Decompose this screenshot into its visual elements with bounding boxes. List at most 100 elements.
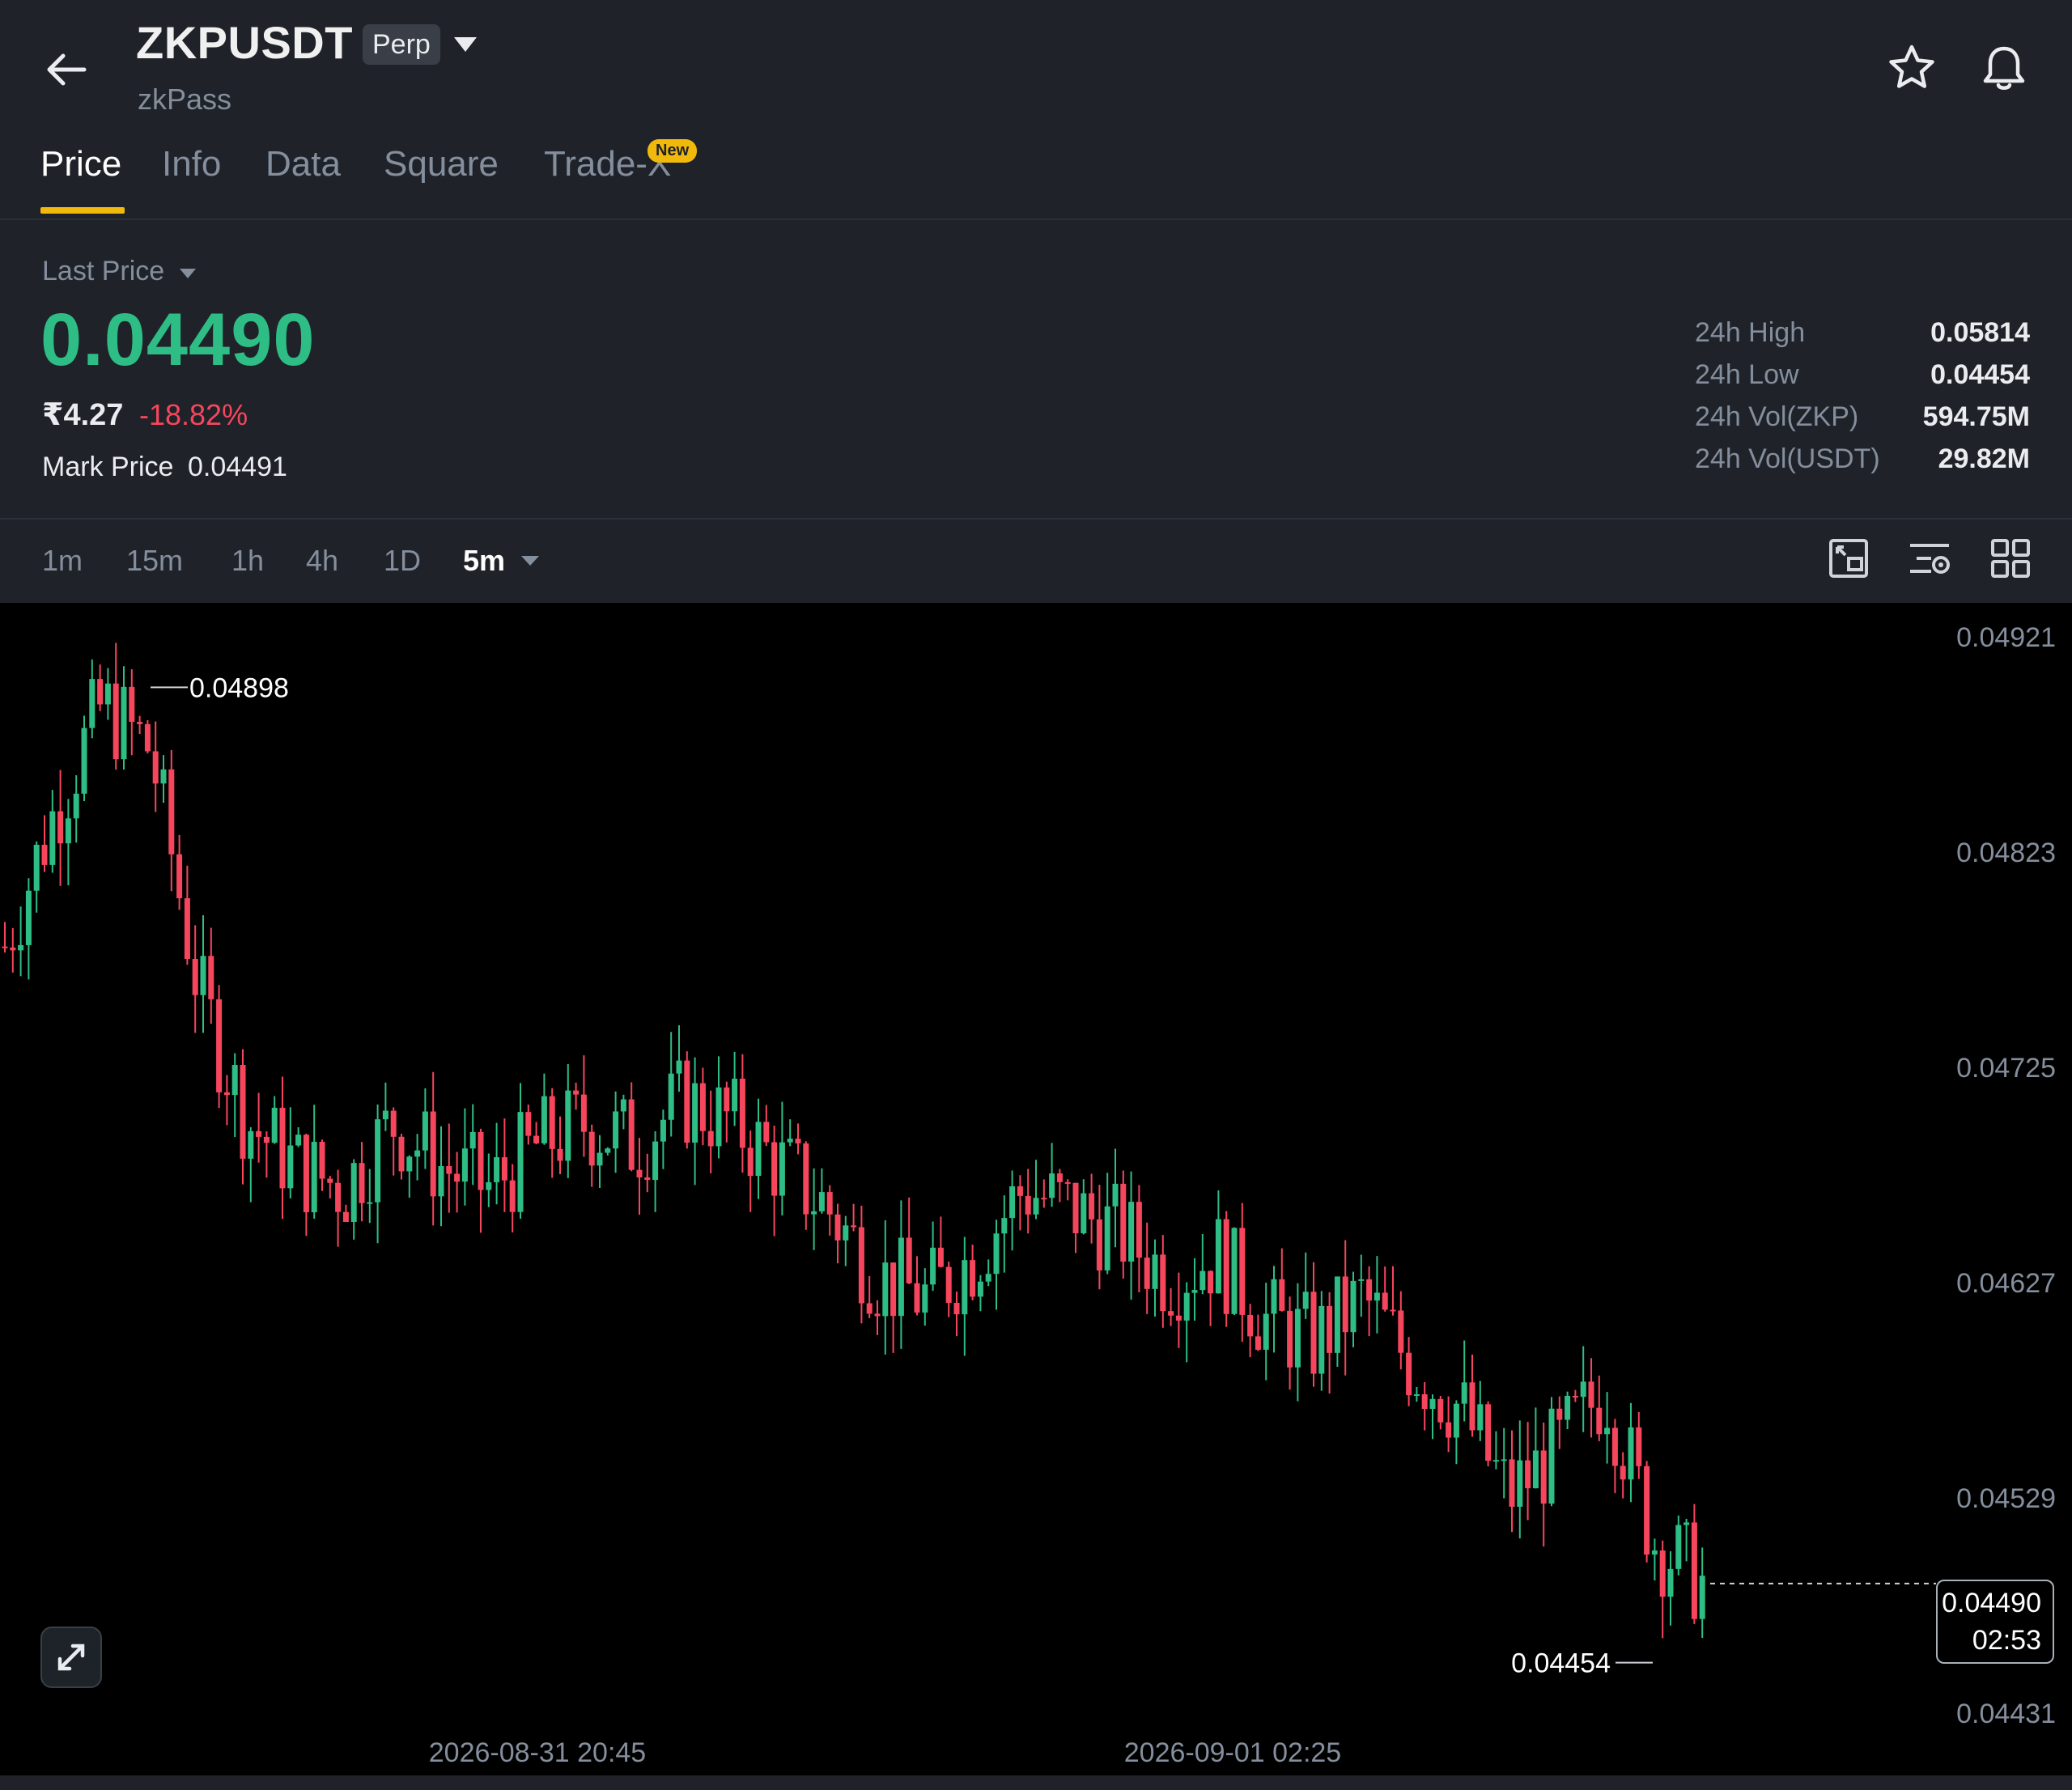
candle-body	[414, 1150, 421, 1157]
candle-body	[25, 890, 32, 945]
interval-5m[interactable]: 5m	[463, 544, 505, 578]
candle-body	[945, 1266, 952, 1303]
candle-body	[1588, 1381, 1594, 1408]
candle-body	[287, 1145, 294, 1189]
candle-body	[1350, 1280, 1357, 1333]
candle-body	[858, 1227, 864, 1304]
bell-icon[interactable]	[1976, 40, 2032, 95]
candle-body	[430, 1111, 436, 1197]
tab-price[interactable]: Price	[40, 144, 121, 185]
candle-body	[1318, 1305, 1325, 1374]
candle-body	[1294, 1309, 1301, 1368]
candle-body	[851, 1225, 857, 1228]
stat-value-24h-low: 0.04454	[1930, 359, 2030, 390]
candle-body	[779, 1142, 785, 1196]
candle-body	[137, 722, 143, 724]
candle-body	[644, 1177, 651, 1181]
stat-value-24h-vol-zkp: 594.75M	[1922, 401, 2030, 432]
divider	[0, 518, 2072, 520]
candle-body	[660, 1119, 666, 1142]
indicator-icon[interactable]	[1907, 536, 1952, 581]
candle-body	[1421, 1393, 1428, 1410]
candle-body	[461, 1148, 468, 1182]
candle-body	[501, 1157, 507, 1181]
candle-body	[898, 1237, 904, 1317]
tab-info[interactable]: Info	[162, 144, 221, 185]
stat-label-24h-vol-zkp: 24h Vol(ZKP)	[1695, 401, 1859, 432]
candle-body	[152, 751, 159, 784]
tab-square[interactable]: Square	[384, 144, 499, 185]
candle-body	[977, 1281, 983, 1297]
candle-body	[208, 956, 214, 999]
candle-body	[985, 1274, 991, 1282]
candle-body	[1644, 1466, 1650, 1555]
candle-body	[605, 1148, 611, 1153]
candlestick-chart[interactable]: 0.04921 0.04823 0.04725 0.04627 0.04529 0.044…	[0, 603, 2072, 1775]
candle-body	[65, 818, 71, 844]
candle-body	[1659, 1550, 1666, 1597]
chevron-down-icon[interactable]	[451, 32, 480, 57]
candle-body	[263, 1136, 270, 1143]
candle-body	[335, 1182, 342, 1212]
star-icon[interactable]	[1884, 40, 1939, 95]
candle-body	[121, 686, 127, 760]
candle-countdown: 02:53	[1972, 1625, 2041, 1656]
y-tick-label: 0.04823	[1956, 838, 2056, 868]
interval-1m[interactable]: 1m	[42, 544, 83, 578]
candle-body	[1699, 1576, 1705, 1619]
y-tick-label: 0.04627	[1956, 1268, 2056, 1299]
candle-body	[549, 1096, 555, 1149]
candle-body	[1056, 1173, 1063, 1182]
candle-body	[803, 1143, 809, 1215]
candle-body	[1684, 1522, 1690, 1525]
tab-data[interactable]: Data	[265, 144, 341, 185]
candle-body	[620, 1099, 626, 1112]
candle-body	[223, 1092, 230, 1096]
interval-15m[interactable]: 15m	[126, 544, 183, 578]
candle-body	[1081, 1193, 1087, 1233]
y-tick-label: 0.04921	[1956, 622, 2056, 653]
chart-settings-icon[interactable]	[1826, 536, 1871, 581]
candle-body	[406, 1156, 413, 1172]
candle-body	[1009, 1186, 1016, 1219]
interval-4h[interactable]: 4h	[306, 544, 338, 578]
candle-body	[200, 956, 206, 995]
candle-body	[359, 1163, 365, 1203]
interval-1h[interactable]: 1h	[231, 544, 264, 578]
candle-body	[279, 1107, 286, 1189]
candle-body	[962, 1260, 968, 1315]
candle-body	[739, 1079, 745, 1148]
expand-icon[interactable]	[40, 1627, 102, 1688]
candle-body	[1437, 1398, 1444, 1423]
candle-body	[1191, 1290, 1198, 1293]
candle-body	[1223, 1219, 1229, 1314]
interval-1d[interactable]: 1D	[384, 544, 421, 578]
back-arrow-icon[interactable]	[42, 45, 91, 94]
caret-down-icon[interactable]	[178, 267, 197, 280]
candle-body	[18, 944, 24, 951]
candle-body	[1406, 1352, 1412, 1396]
candle-body	[588, 1131, 595, 1166]
candle-body	[937, 1247, 944, 1267]
candle-body	[1144, 1258, 1150, 1289]
candle-body	[1548, 1408, 1555, 1504]
candle-body	[565, 1090, 571, 1161]
candle-body	[1025, 1195, 1031, 1215]
last-price-selector[interactable]: Last Price	[42, 256, 164, 287]
chart-canvas[interactable]: 0.04921 0.04823 0.04725 0.04627 0.04529 0.044…	[0, 603, 2072, 1775]
candle-body	[350, 1163, 357, 1223]
candle-body	[73, 793, 79, 819]
chevron-down-icon[interactable]	[520, 554, 541, 568]
candle-body	[1366, 1279, 1373, 1301]
x-tick-label: 2026-09-01 02:25	[1124, 1737, 1341, 1768]
candle-body	[1532, 1450, 1539, 1489]
candle-body	[231, 1065, 238, 1096]
last-price-value: 0.04490	[40, 299, 316, 381]
symbol-title[interactable]: ZKPUSDT	[136, 16, 353, 69]
candle-body	[1429, 1398, 1436, 1410]
candle-body	[1596, 1407, 1603, 1435]
candle-body	[771, 1142, 778, 1196]
candle-body	[454, 1173, 461, 1182]
layout-grid-icon[interactable]	[1988, 536, 2033, 581]
candle-body	[1572, 1395, 1578, 1398]
